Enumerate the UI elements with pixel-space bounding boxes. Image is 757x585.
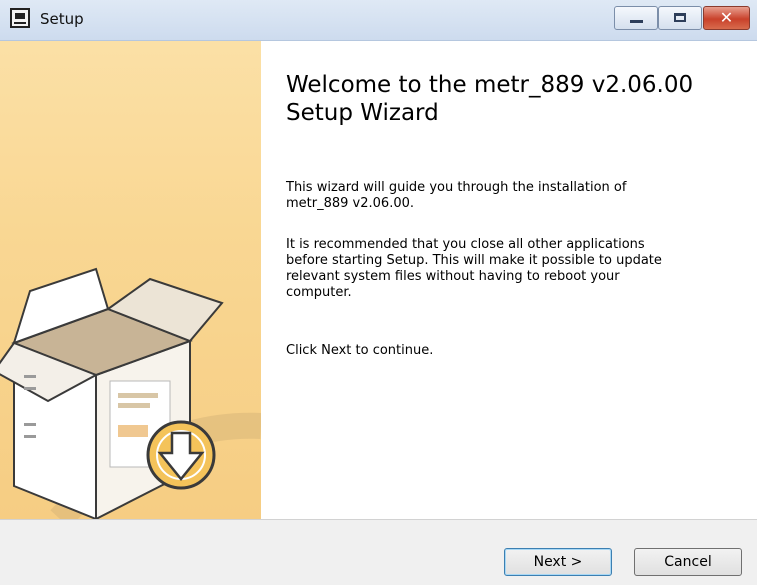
setup-app-icon[interactable] xyxy=(10,8,30,28)
intro-line-2: metr_889 v2.06.00. xyxy=(286,196,414,211)
recommendation-paragraph: It is recommended that you close all oth… xyxy=(286,237,726,301)
close-button[interactable]: ✕ xyxy=(703,6,750,30)
intro-paragraph: This wizard will guide you through the i… xyxy=(286,180,726,212)
cancel-button[interactable]: Cancel xyxy=(634,548,742,576)
wizard-banner xyxy=(0,41,261,519)
minimize-button[interactable] xyxy=(614,6,658,30)
recommendation-line-2: before starting Setup. This will make it… xyxy=(286,253,662,268)
recommendation-line-4: computer. xyxy=(286,285,352,300)
button-bar: Next > Cancel xyxy=(0,519,757,585)
intro-line-1: This wizard will guide you through the i… xyxy=(286,180,627,195)
next-button[interactable]: Next > xyxy=(504,548,612,576)
minimize-icon xyxy=(630,20,643,23)
maximize-button[interactable] xyxy=(658,6,702,30)
welcome-heading: Welcome to the metr_889 v2.06.00 Setup W… xyxy=(286,71,746,127)
close-icon: ✕ xyxy=(719,8,734,27)
title-bar[interactable]: Setup ✕ xyxy=(0,0,757,41)
heading-line-2: Setup Wizard xyxy=(286,100,439,126)
recommendation-line-3: relevant system files without having to … xyxy=(286,269,620,284)
software-box-download-icon xyxy=(0,267,261,519)
continue-instruction: Click Next to continue. xyxy=(286,343,434,358)
recommendation-line-1: It is recommended that you close all oth… xyxy=(286,237,645,252)
welcome-content: Welcome to the metr_889 v2.06.00 Setup W… xyxy=(262,41,757,519)
maximize-icon xyxy=(674,13,686,22)
window-title: Setup xyxy=(40,10,84,28)
heading-line-1: Welcome to the metr_889 v2.06.00 xyxy=(286,72,694,98)
